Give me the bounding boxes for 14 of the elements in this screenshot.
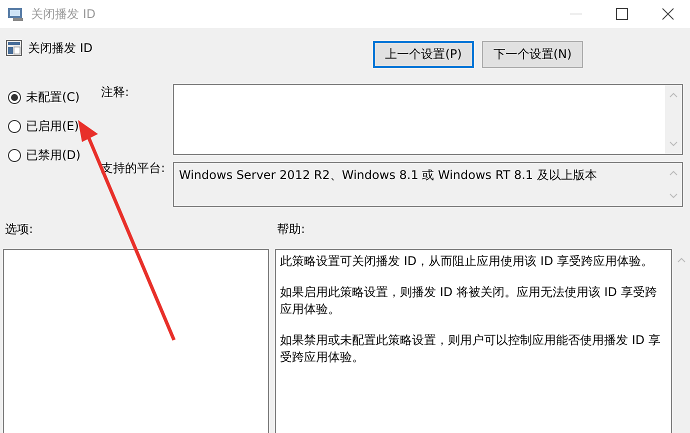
help-label: 帮助: [276,221,306,238]
options-label: 选项: [4,221,34,238]
window-title: 关闭播发 ID [31,6,96,22]
comment-label: 注释: [101,84,130,101]
radio-label[interactable]: 未配置(C) [26,88,80,106]
radio-label[interactable]: 已禁用(D) [26,146,81,164]
radio-label[interactable]: 已启用(E) [26,118,79,134]
help-paragraph: 如果启用此策略设置，则播发 ID 将被关闭。应用无法使用该 ID 享受跨应用体验。 [280,284,658,318]
help-paragraph: 如果禁用或未配置此策略设置，则用户可以控制应用能否使用播发 ID 享受跨应用体验。 [280,332,662,366]
platform-text: Windows Server 2012 R2、Windows 8.1 或 Windows RT 8.1 及以上版本 [179,168,597,182]
policy-title: 关闭播发 ID [28,40,93,57]
next-setting-button[interactable]: 下一个设置(N) [482,41,583,68]
help-paragraph: 此策略设置可关闭播发 ID，从而阻止应用使用该 ID 享受跨应用体验。 [280,253,654,270]
previous-setting-button[interactable]: 上一个设置(P) [373,41,474,68]
